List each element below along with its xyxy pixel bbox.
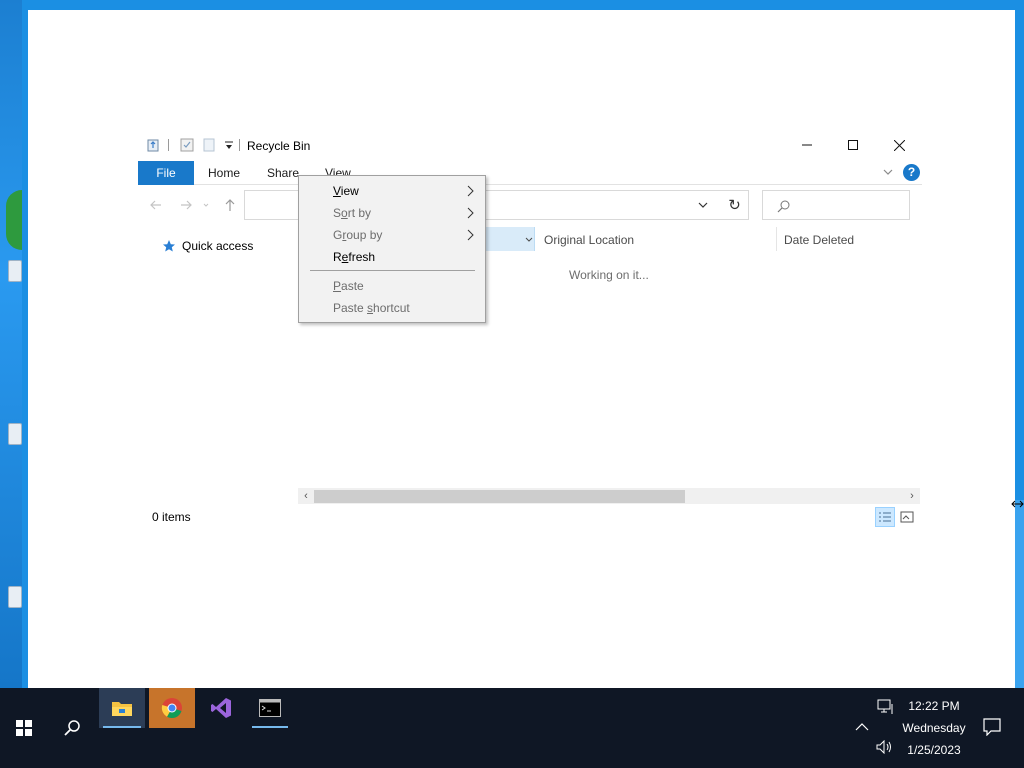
customize-quick-access-icon[interactable]: [222, 138, 236, 152]
search-input[interactable]: [762, 190, 910, 220]
menu-item-paste-shortcut-label: Paste shortcut: [333, 301, 410, 315]
new-folder-icon[interactable]: [202, 138, 216, 152]
clock-date[interactable]: 1/25/2023: [900, 743, 968, 757]
column-date-deleted[interactable]: Date Deleted: [784, 227, 854, 253]
expand-ribbon-icon[interactable]: [882, 166, 894, 178]
desktop-wallpaper-strip: [0, 0, 22, 688]
taskbar-command-prompt[interactable]: [248, 688, 292, 728]
command-prompt-icon: [259, 699, 281, 717]
search-icon: [777, 200, 790, 213]
folder-icon: [112, 702, 132, 716]
taskbar: 12:22 PM Wednesday 1/25/2023: [0, 688, 1024, 768]
submenu-arrow-icon: [467, 185, 474, 197]
forward-arrow-icon[interactable]: [178, 197, 194, 213]
search-icon: [64, 720, 80, 736]
back-arrow-icon[interactable]: [148, 197, 164, 213]
properties-icon[interactable]: [180, 138, 194, 152]
menu-item-paste[interactable]: Paste: [299, 275, 485, 297]
resize-cursor-icon: [1011, 500, 1024, 508]
refresh-button[interactable]: ↻: [721, 190, 749, 220]
refresh-icon: ↻: [728, 197, 741, 214]
details-view-icon: [879, 512, 891, 522]
active-app-indicator: [252, 726, 288, 728]
status-item-count: 0 items: [152, 510, 191, 524]
close-icon: [893, 139, 905, 151]
desktop-edge: [1014, 500, 1024, 688]
submenu-arrow-icon: [467, 229, 474, 241]
tab-file[interactable]: File: [138, 161, 194, 185]
menu-item-view[interactable]: View: [299, 180, 485, 202]
nav-quick-access[interactable]: Quick access: [162, 239, 253, 253]
recycle-bin-icon: [147, 139, 159, 152]
help-button[interactable]: ?: [903, 164, 920, 181]
desktop-shortcut-icon[interactable]: [8, 586, 22, 608]
network-icon[interactable]: [877, 699, 895, 715]
taskbar-file-explorer[interactable]: [99, 688, 145, 728]
minimize-button[interactable]: [784, 134, 830, 156]
scrollbar-thumb[interactable]: [314, 490, 685, 503]
window-title: Recycle Bin: [247, 139, 311, 153]
minimize-icon: [802, 144, 812, 146]
menu-item-view-label: View: [333, 184, 359, 198]
taskbar-chrome[interactable]: [149, 688, 195, 728]
menu-item-sort-by[interactable]: Sort by: [299, 202, 485, 224]
tab-home[interactable]: Home: [208, 161, 240, 185]
desktop-shortcut-icon[interactable]: [8, 260, 22, 282]
menu-item-paste-shortcut[interactable]: Paste shortcut: [299, 297, 485, 319]
navigation-bar: ↻: [138, 190, 922, 220]
column-original-location[interactable]: Original Location: [544, 227, 634, 253]
details-view-button[interactable]: [875, 507, 895, 527]
desktop-shortcut-icon[interactable]: [6, 190, 22, 250]
quick-access-separator: [239, 139, 240, 151]
show-hidden-icons-icon[interactable]: [855, 722, 869, 732]
tab-share[interactable]: Share: [267, 161, 299, 185]
title-bar: Recycle Bin: [138, 130, 922, 160]
quick-access-separator: [168, 139, 169, 151]
start-button[interactable]: [4, 688, 44, 768]
clock-day[interactable]: Wednesday: [900, 721, 968, 735]
star-icon: [163, 240, 175, 252]
column-separator[interactable]: [776, 227, 777, 251]
menu-item-sort-by-label: Sort by: [333, 206, 372, 220]
menu-item-paste-label: Paste: [333, 279, 364, 293]
desktop-shortcut-icon[interactable]: [8, 423, 22, 445]
large-icons-view-button[interactable]: [897, 507, 917, 527]
horizontal-scrollbar[interactable]: ‹ ›: [298, 488, 920, 504]
recent-locations-icon[interactable]: [202, 197, 210, 213]
menu-separator: [310, 270, 475, 271]
windows-logo-icon: [16, 720, 32, 736]
ribbon-tabs: File Home Share View ?: [138, 161, 922, 185]
maximize-button[interactable]: [830, 134, 876, 156]
submenu-arrow-icon: [467, 207, 474, 219]
scroll-left-icon[interactable]: ‹: [300, 490, 312, 502]
menu-item-refresh-label: Refresh: [333, 250, 376, 264]
close-button[interactable]: [876, 134, 922, 156]
taskbar-visual-studio[interactable]: [198, 688, 244, 728]
menu-item-refresh[interactable]: Refresh: [299, 246, 485, 268]
notifications-icon[interactable]: [983, 718, 1001, 736]
explorer-window: Recycle Bin File Home Share View ? ↻ Qui…: [138, 130, 922, 530]
nav-quick-access-label: Quick access: [182, 239, 254, 253]
address-dropdown-icon[interactable]: [697, 199, 709, 211]
menu-item-group-by[interactable]: Group by: [299, 224, 485, 246]
chrome-icon: [161, 698, 182, 719]
volume-icon[interactable]: [876, 740, 894, 754]
active-app-indicator: [103, 726, 141, 728]
scroll-right-icon[interactable]: ›: [906, 490, 918, 502]
large-icons-view-icon: [900, 511, 914, 523]
clock-time[interactable]: 12:22 PM: [900, 699, 968, 713]
working-on-it-text: Working on it...: [569, 268, 649, 282]
column-sort-chevron-icon[interactable]: [524, 235, 534, 245]
menu-item-group-by-label: Group by: [333, 228, 383, 242]
up-arrow-icon[interactable]: [222, 197, 238, 213]
visual-studio-icon: [211, 698, 231, 718]
context-menu: View Sort by Group by Refresh Paste Past…: [298, 175, 486, 323]
maximize-icon: [848, 140, 858, 150]
search-button[interactable]: [52, 688, 92, 768]
